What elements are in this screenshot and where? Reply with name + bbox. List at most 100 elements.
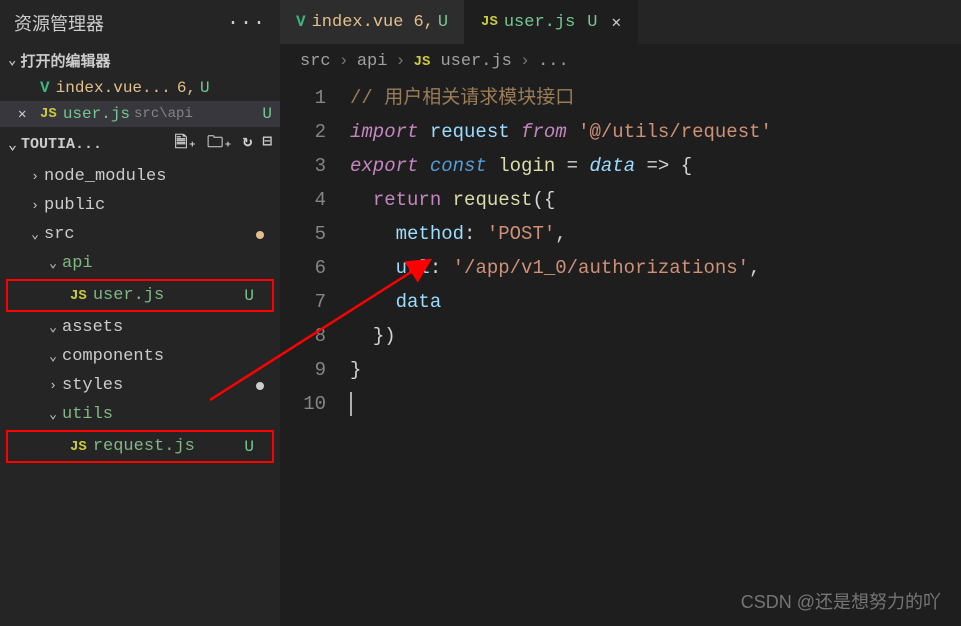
chevron-icon: ⌄ [44,407,62,422]
breadcrumb-tail[interactable]: ... [538,52,569,71]
chevron-right-icon: › [339,52,349,71]
js-icon: JS [414,54,431,70]
folder-item[interactable]: ⌄assets [0,313,280,342]
new-folder-icon[interactable]: 🗀₊ [207,131,233,158]
new-file-icon[interactable]: 🗎₊ [175,131,198,158]
line-number: 1 [280,81,326,115]
editor-path: src\api [134,106,193,122]
editor-filename: user.js [63,105,130,123]
folder-item[interactable]: ›node_modules [0,162,280,191]
git-status: U [244,287,254,305]
chevron-right-icon: › [520,52,530,71]
more-icon[interactable]: ··· [227,12,266,35]
item-name: styles [62,376,123,395]
chevron-icon: › [26,169,44,184]
js-icon: JS [70,288,87,304]
chevron-down-icon: ⌄ [8,52,16,69]
vue-icon: V [296,13,306,31]
refresh-icon[interactable]: ↻ [243,131,253,158]
code-line[interactable]: }) [350,319,961,353]
explorer-header: 资源管理器 ··· [0,0,280,46]
vue-icon: V [40,79,50,97]
editor-area: V index.vue 6, U JS user.js U ✕ src › ap… [280,0,961,626]
item-name: assets [62,318,123,337]
status-dot [256,382,264,390]
open-editor-item[interactable]: V index.vue... 6, U [0,75,280,101]
code-line[interactable]: data [350,285,961,319]
js-icon: JS [40,106,57,122]
code-line[interactable]: method: 'POST', [350,217,961,251]
file-item[interactable]: JS request.js U [8,432,272,461]
chevron-icon: ⌄ [44,320,62,335]
line-number: 2 [280,115,326,149]
item-name: api [62,254,93,273]
sidebar: 资源管理器 ··· ⌄ 打开的编辑器 V index.vue... 6, U ✕… [0,0,280,626]
item-name: src [44,225,75,244]
chevron-icon: › [26,198,44,213]
item-name: request.js [93,437,195,456]
collapse-icon[interactable]: ⊟ [262,131,272,158]
line-number: 5 [280,217,326,251]
line-number: 7 [280,285,326,319]
js-icon: JS [481,14,498,30]
code-line[interactable]: export const login = data => { [350,149,961,183]
editor-filename: index.vue... [56,79,171,97]
line-number: 6 [280,251,326,285]
code-line[interactable]: import request from '@/utils/request' [350,115,961,149]
status-dot [256,231,264,239]
line-number: 9 [280,353,326,387]
line-number: 8 [280,319,326,353]
breadcrumb-part[interactable]: src [300,52,331,71]
code-line[interactable]: // 用户相关请求模块接口 [350,81,961,115]
line-number: 10 [280,387,326,421]
code-line[interactable]: return request({ [350,183,961,217]
file-item[interactable]: JSuser.jsU [8,281,272,310]
git-status: U [200,79,210,97]
code-line[interactable]: } [350,353,961,387]
file-tree: ›node_modules›public⌄src⌄apiJSuser.jsU⌄a… [0,162,280,464]
folder-item[interactable]: ⌄src [0,220,280,249]
js-icon: JS [70,439,87,455]
workspace-name: TOUTIA... [21,136,102,153]
code-line[interactable]: url: '/app/v1_0/authorizations', [350,251,961,285]
chevron-icon: › [44,378,62,393]
folder-item[interactable]: ⌄components [0,342,280,371]
tab-bar: V index.vue 6, U JS user.js U ✕ [280,0,961,44]
code-line[interactable] [350,387,961,421]
folder-item[interactable]: ›public [0,191,280,220]
close-icon[interactable]: ✕ [18,106,36,123]
breadcrumb-file[interactable]: user.js [440,52,511,71]
chevron-right-icon: › [395,52,405,71]
folder-item[interactable]: ⌄api [0,249,280,278]
folder-item[interactable]: ⌄utils [0,400,280,429]
open-editor-item[interactable]: ✕ JS user.js src\api U [0,101,280,127]
code-content[interactable]: // 用户相关请求模块接口import request from '@/util… [350,81,961,421]
folder-item[interactable]: ›styles [0,371,280,400]
git-status: U [587,13,597,32]
chevron-down-icon: ⌄ [8,135,17,154]
git-status: U [438,13,448,32]
tab-filename: user.js [504,13,575,32]
open-editors-header[interactable]: ⌄ 打开的编辑器 [0,46,280,75]
chevron-icon: ⌄ [44,256,62,271]
editor-problems-count: 6, [177,79,196,97]
explorer-title: 资源管理器 [14,10,104,36]
tab-problems-count: 6, [413,13,433,32]
tab-user-js[interactable]: JS user.js U ✕ [465,0,638,44]
item-name: public [44,196,105,215]
git-status: U [244,438,254,456]
breadcrumb[interactable]: src › api › JS user.js › ... [280,44,961,79]
item-name: node_modules [44,167,166,186]
git-status: U [262,105,272,123]
tab-index-vue[interactable]: V index.vue 6, U [280,0,465,44]
line-number: 3 [280,149,326,183]
breadcrumb-part[interactable]: api [357,52,388,71]
open-editors-label: 打开的编辑器 [20,50,110,71]
item-name: components [62,347,164,366]
close-icon[interactable]: ✕ [611,12,621,32]
chevron-icon: ⌄ [26,227,44,242]
code-editor[interactable]: 12345678910 // 用户相关请求模块接口import request … [280,79,961,421]
workspace-header[interactable]: ⌄ TOUTIA... 🗎₊ 🗀₊ ↻ ⊟ [0,127,280,162]
line-number: 4 [280,183,326,217]
workspace-actions: 🗎₊ 🗀₊ ↻ ⊟ [175,131,272,158]
